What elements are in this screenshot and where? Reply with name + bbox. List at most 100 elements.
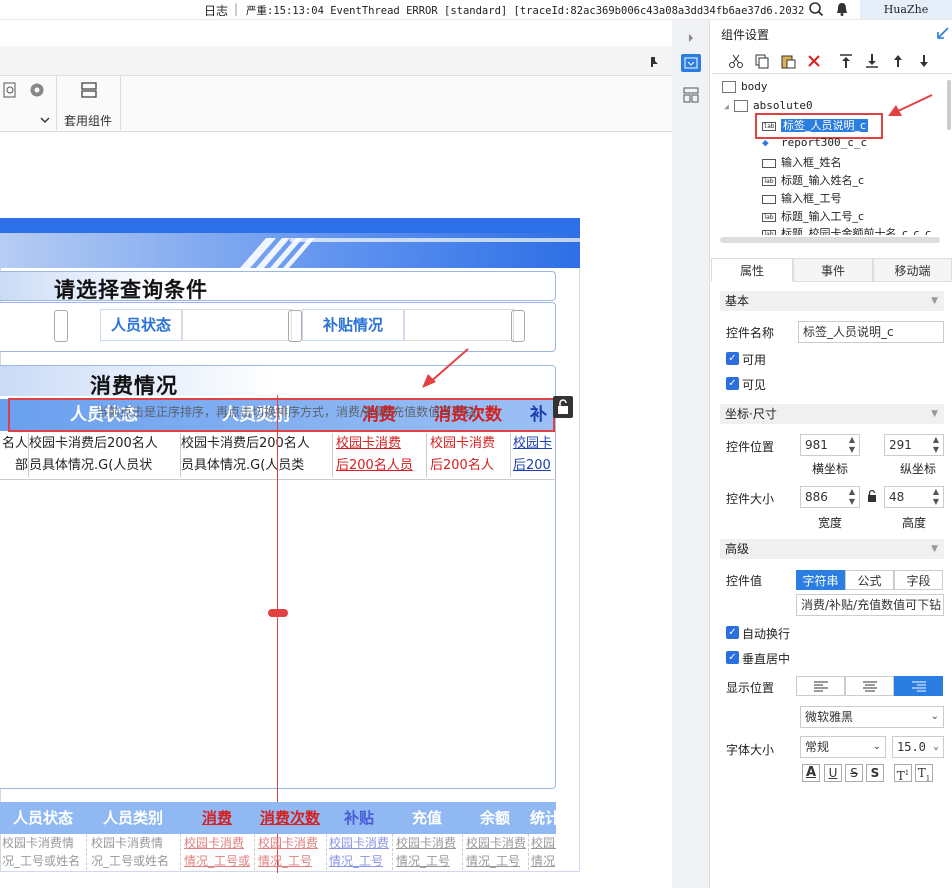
footer-cell[interactable]: 校园卡情况 — [528, 834, 556, 870]
vcenter-label: 垂直居中 — [742, 652, 791, 666]
tree-node-absolute0[interactable]: ◢ absolute0 — [724, 99, 813, 112]
row-cell-consume-count[interactable]: 校园卡消费 后200名人 — [426, 433, 510, 477]
guide-handle[interactable] — [268, 609, 288, 617]
move-top-icon[interactable] — [838, 53, 854, 69]
tab-mobile[interactable]: 移动端 — [873, 258, 952, 282]
font-size-select[interactable]: 15.0 ⌄ — [892, 736, 944, 758]
chevron-down-icon[interactable] — [40, 113, 50, 123]
name-input[interactable]: 标签_人员说明_c — [798, 321, 944, 343]
visible-checkbox[interactable]: ✓ — [726, 377, 739, 390]
align-right-icon[interactable] — [894, 676, 943, 696]
tree-h-scrollbar[interactable] — [720, 237, 940, 243]
pin-icon[interactable] — [646, 54, 660, 68]
scroll-handle[interactable] — [288, 310, 302, 342]
gear-icon[interactable] — [28, 81, 46, 99]
report-banner — [0, 218, 580, 268]
staff-status-select[interactable] — [182, 309, 292, 341]
layout-icon[interactable] — [80, 81, 98, 99]
label-icon: lab — [762, 212, 776, 222]
subsidy-select[interactable] — [404, 309, 514, 341]
footer-header-consume[interactable]: 消费 — [180, 803, 254, 833]
enabled-checkbox[interactable]: ✓ — [726, 352, 739, 365]
tree-node-report[interactable]: ◆ report300_c_c — [762, 136, 867, 149]
cut-icon[interactable] — [728, 53, 744, 69]
superscript-icon[interactable]: T1 — [894, 764, 912, 783]
font-style-select[interactable]: 常规 ⌄ — [800, 736, 886, 758]
tree-node[interactable]: lab 标题_输入姓名_c — [762, 172, 864, 188]
underline-icon[interactable]: U — [824, 764, 842, 782]
tree-node-body[interactable]: body — [722, 80, 768, 93]
user-name[interactable]: HuaZhe — [860, 0, 952, 19]
value-type-formula[interactable]: 公式 — [845, 570, 894, 590]
row-cell-staff-type[interactable]: 校园卡消费后200名人 员具体情况.G(人员类 — [180, 433, 332, 477]
align-left-icon[interactable] — [796, 676, 845, 696]
layout-panel-icon[interactable] — [682, 86, 700, 104]
component-settings-tab-icon[interactable] — [681, 54, 701, 72]
tree-node[interactable]: 输入框_工号 — [762, 190, 842, 206]
bell-icon[interactable] — [834, 1, 850, 17]
tree-node[interactable]: lab 标题_校园卡金额前十名_c_c_c — [762, 225, 946, 235]
footer-header-recharge[interactable]: 充值 — [392, 803, 462, 833]
tree-node[interactable]: lab 标题_输入工号_c — [762, 208, 864, 224]
shadow-icon[interactable]: S — [866, 764, 884, 782]
lock-icon[interactable] — [553, 396, 573, 418]
error-message[interactable]: 严重:15:13:04 EventThread ERROR [standard]… — [246, 3, 804, 18]
footer-header-subsidy[interactable]: 补贴 — [326, 803, 392, 833]
value-type-string[interactable]: 字符串 — [796, 570, 845, 590]
annotation-arrow — [888, 94, 933, 116]
footer-cell[interactable]: 校园卡消费情 况_工号或姓名 — [0, 834, 86, 870]
font-family-select[interactable]: 微软雅黑 ⌄ — [800, 706, 944, 728]
footer-header-balance[interactable]: 余额 — [462, 803, 528, 833]
footer-cell[interactable]: 校园卡消费 情况_工号 — [392, 834, 462, 870]
enabled-label: 可用 — [742, 353, 767, 367]
log-label[interactable]: 日志 — [204, 2, 228, 19]
tree-v-scrollbar[interactable] — [947, 80, 951, 130]
tab-properties[interactable]: 属性 — [711, 258, 793, 282]
value-type-field[interactable]: 字段 — [894, 570, 943, 590]
paste-icon[interactable] — [780, 53, 796, 69]
spinner-icon[interactable]: ▲ ▼ — [930, 487, 942, 507]
align-center-icon[interactable] — [845, 676, 894, 696]
collapse-icon[interactable] — [936, 26, 950, 40]
advanced-section[interactable]: 高级 ▼ — [720, 539, 944, 559]
chevron-right-icon[interactable] — [686, 32, 696, 44]
coord-section[interactable]: 坐标·尺寸 ▼ — [720, 404, 944, 424]
tab-events[interactable]: 事件 — [793, 258, 873, 282]
preview-icon[interactable] — [2, 82, 18, 98]
spinner-icon[interactable]: ▲ ▼ — [846, 487, 858, 507]
auto-wrap-checkbox[interactable]: ✓ — [726, 626, 739, 639]
basic-section[interactable]: 基本 ▼ — [720, 291, 944, 311]
row-cell-subsidy[interactable]: 校园卡 后200 — [510, 433, 556, 477]
copy-icon[interactable] — [754, 53, 770, 69]
footer-header-consume-count[interactable]: 消费次数 — [254, 803, 326, 833]
expand-icon[interactable]: ◢ — [724, 102, 734, 111]
search-icon[interactable] — [808, 1, 824, 17]
tree-node[interactable]: 输入框_姓名 — [762, 154, 842, 170]
scroll-handle[interactable] — [511, 310, 525, 342]
selected-label-outline[interactable] — [8, 398, 555, 432]
move-down-icon[interactable] — [916, 53, 932, 69]
footer-cell[interactable]: 校园卡消费 情况_工号 — [462, 834, 528, 870]
footer-header-stats[interactable]: 统计 — [528, 803, 556, 833]
value-input[interactable]: 消费/补贴/充值数值可下钻 — [796, 594, 944, 616]
subscript-icon[interactable]: T1 — [915, 764, 933, 782]
scroll-handle[interactable] — [54, 310, 68, 342]
strikethrough-icon[interactable]: S — [845, 764, 863, 782]
footer-cell[interactable]: 校园卡消费 情况_工号 — [326, 834, 392, 870]
move-bottom-icon[interactable] — [864, 53, 880, 69]
delete-icon[interactable] — [806, 53, 822, 69]
apply-component-label[interactable]: 套用组件 — [64, 112, 112, 129]
footer-header-staff-type[interactable]: 人员类别 — [86, 803, 180, 833]
footer-cell[interactable]: 校园卡消费情 况_工号或姓名 — [86, 834, 180, 870]
footer-header-staff-status[interactable]: 人员状态 — [0, 803, 86, 833]
font-color-icon[interactable]: A — [802, 764, 820, 782]
footer-cell[interactable]: 校园卡消费 情况_工号或 — [180, 834, 254, 870]
row-cell-staff-status[interactable]: 校园卡消费后200名人 员具体情况.G(人员状 — [28, 433, 180, 477]
move-up-icon[interactable] — [890, 53, 906, 69]
lock-ratio-icon[interactable] — [866, 489, 878, 503]
spinner-icon[interactable]: ▲ ▼ — [930, 435, 942, 455]
row-cell-consume[interactable]: 校园卡消费 后200名人员 — [332, 433, 426, 477]
footer-cell[interactable]: 校园卡消费 情况_工号 — [254, 834, 326, 870]
vcenter-checkbox[interactable]: ✓ — [726, 651, 739, 664]
spinner-icon[interactable]: ▲ ▼ — [846, 435, 858, 455]
